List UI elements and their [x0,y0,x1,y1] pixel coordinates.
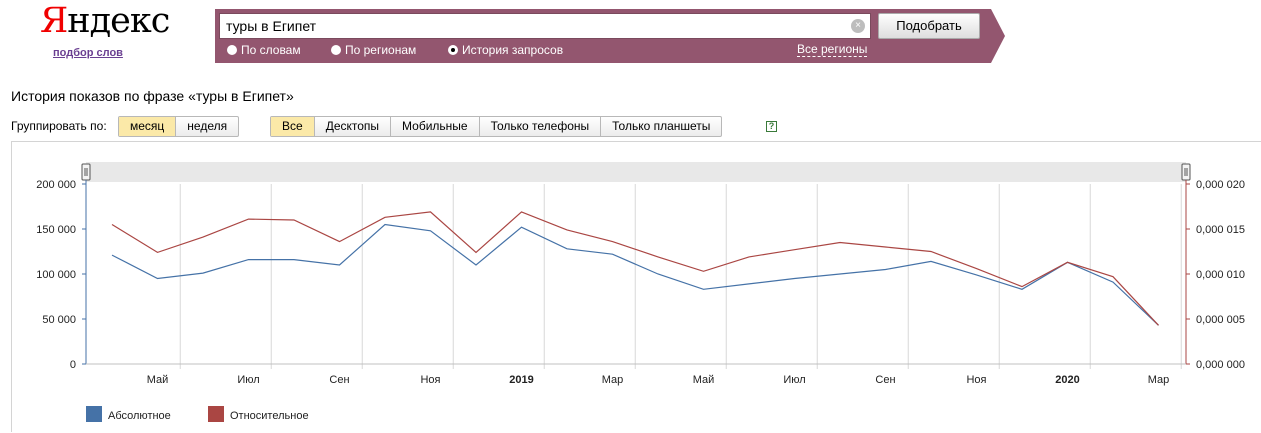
radio-by-words[interactable]: По словам [227,43,301,57]
x-tick-label: Сен [875,374,895,386]
search-input[interactable]: туры в Египет [219,13,871,39]
legend-swatch[interactable] [86,406,102,422]
x-tick-label: Мар [1148,374,1170,386]
device-toggle: Все Десктопы Мобильные Только телефоны Т… [270,116,723,137]
legend-label[interactable]: Относительное [230,410,309,422]
x-tick-label: Мар [602,374,624,386]
submit-button[interactable]: Подобрать [878,13,980,39]
device-desktop-button[interactable]: Десктопы [313,117,390,136]
legend-label[interactable]: Абсолютное [108,410,171,422]
y-tick-label-right: 0,000 015 [1196,224,1245,236]
legend-swatch[interactable] [208,406,224,422]
x-tick-label: Июл [783,374,805,386]
x-tick-label: 2019 [509,374,533,386]
device-mobile-button[interactable]: Мобильные [390,117,479,136]
x-tick-label: Ноя [420,374,440,386]
device-tablets-button[interactable]: Только планшеты [600,117,721,136]
radio-dot [227,45,237,55]
y-tick-label-left: 200 000 [36,179,76,191]
y-tick-label-left: 50 000 [42,314,76,326]
search-input-value: туры в Египет [226,18,317,34]
x-tick-label: 2020 [1055,374,1079,386]
y-tick-label-right: 0,000 010 [1196,269,1245,281]
group-week-button[interactable]: неделя [175,117,238,136]
radio-label: По словам [241,43,301,57]
y-tick-label-right: 0,000 020 [1196,179,1245,191]
help-icon[interactable]: ? [766,121,777,132]
logo-rest: ндекс [67,1,170,41]
radio-dot [331,45,341,55]
navigator-strip[interactable] [86,162,1186,182]
y-tick-label-left: 0 [70,359,76,371]
device-all-button[interactable]: Все [271,117,314,136]
y-tick-label-right: 0,000 000 [1196,359,1245,371]
y-tick-label-left: 150 000 [36,224,76,236]
grouping-toggle: месяц неделя [118,116,240,137]
y-tick-label-left: 100 000 [36,269,76,281]
radio-label: По регионам [345,43,417,57]
x-tick-label: Июл [237,374,259,386]
radio-label: История запросов [462,43,564,57]
yandex-logo[interactable]: Яндекс [40,1,170,41]
radio-by-regions[interactable]: По регионам [331,43,416,57]
grouping-label: Группировать по: [11,119,107,133]
radio-dot-selected [448,45,458,55]
all-regions-link[interactable]: Все регионы [797,42,868,57]
x-tick-label: Сен [329,374,349,386]
group-month-button[interactable]: месяц [119,117,176,136]
navigator-handle-right[interactable] [1181,163,1191,181]
search-bar: туры в Египет × Подобрать По словам По р… [215,9,1005,63]
x-tick-label: Ноя [966,374,986,386]
chart-area: 0 50 000 100 000 150 000 200 000 0,000 000 0,0… [11,141,1261,432]
x-tick-label: Май [147,374,169,386]
x-tick-label: Май [693,374,715,386]
device-phones-button[interactable]: Только телефоны [478,117,601,136]
history-chart: 0 50 000 100 000 150 000 200 000 0,000 000 0,0… [36,162,1245,422]
y-tick-label-right: 0,000 005 [1196,314,1245,326]
clear-icon[interactable]: × [851,19,865,33]
radio-history[interactable]: История запросов [448,43,563,57]
page-title: История показов по фразе «туры в Египет» [11,88,294,104]
navigator-handle-left[interactable] [81,163,91,181]
logo-first-letter: Я [40,1,68,41]
wordstat-link[interactable]: подбор слов [53,47,123,59]
